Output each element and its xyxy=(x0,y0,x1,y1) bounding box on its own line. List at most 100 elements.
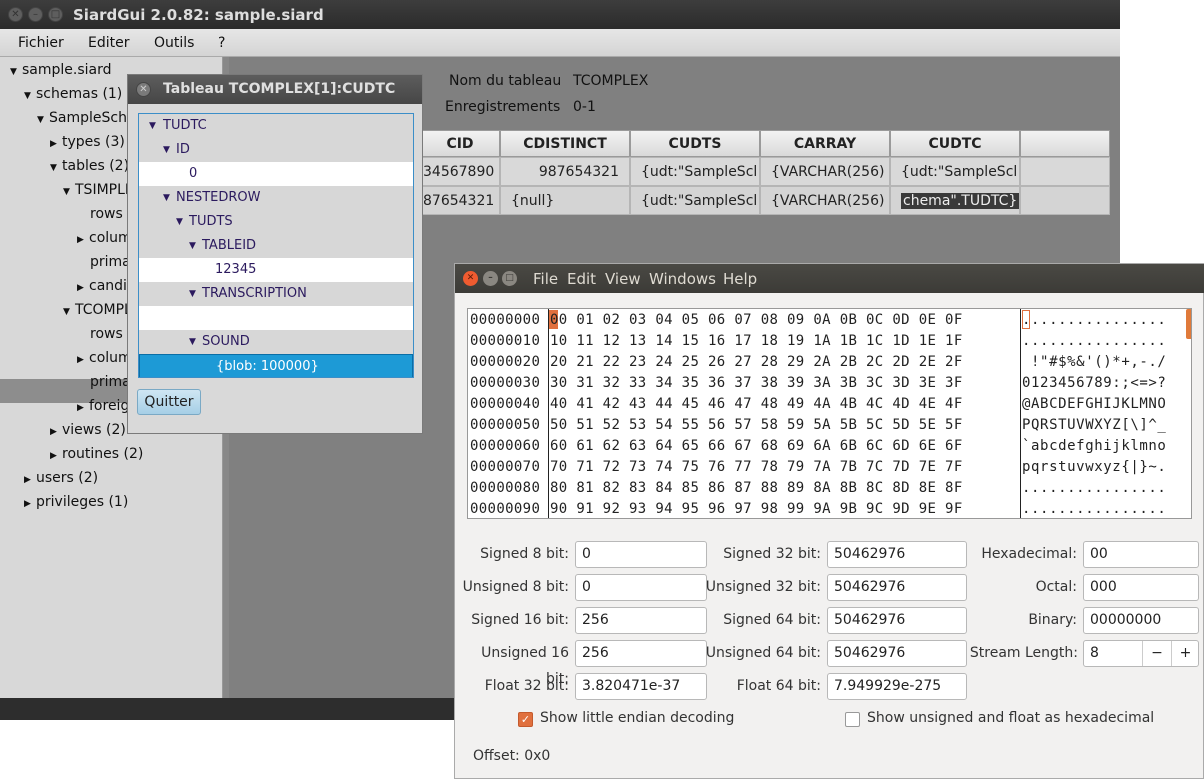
collapsed-icon[interactable]: ▶ xyxy=(50,139,62,149)
tree-node[interactable]: ▶ views (2) xyxy=(50,422,126,438)
table-cell-editing[interactable]: chema".TUDTC} xyxy=(890,186,1020,215)
table-cell[interactable]: 987654321 xyxy=(500,157,630,186)
column-header[interactable]: CID xyxy=(420,130,500,157)
binary-field[interactable]: 00000000 xyxy=(1083,607,1199,634)
tree-row[interactable]: ▼ TUDTS xyxy=(139,210,413,234)
collapsed-icon[interactable]: ▶ xyxy=(24,499,36,509)
minimize-icon[interactable]: – xyxy=(483,271,498,286)
table-cell[interactable]: 34567890 xyxy=(420,157,500,186)
hex-ascii[interactable]: !"#$%&'()*+,-./ xyxy=(1022,352,1166,373)
collapsed-icon[interactable]: ▶ xyxy=(77,403,89,413)
quit-button[interactable]: Quitter xyxy=(137,389,201,415)
menu-file[interactable]: File xyxy=(533,270,558,288)
menu-help[interactable]: Help xyxy=(723,270,757,288)
menu-fichier[interactable]: Fichier xyxy=(18,35,64,51)
stream-length-stepper[interactable]: 8 − + xyxy=(1083,640,1199,667)
tree-row-value[interactable] xyxy=(139,306,413,330)
tree-node[interactable]: ▼ tables (2) xyxy=(50,158,129,174)
signed16-field[interactable]: 256 xyxy=(575,607,707,634)
collapsed-icon[interactable]: ▶ xyxy=(24,475,36,485)
hex-bytes[interactable]: 70 71 72 73 74 75 76 77 78 79 7A 7B 7C 7… xyxy=(550,457,963,478)
table-cell[interactable]: {udt:"SampleScl xyxy=(890,157,1020,186)
expanded-icon[interactable]: ▼ xyxy=(163,138,170,162)
increment-button[interactable]: + xyxy=(1171,641,1199,666)
tree-row-value[interactable]: 12345 xyxy=(139,258,413,282)
menu-editer[interactable]: Editer xyxy=(88,35,129,51)
tree-node[interactable]: ▼ schemas (1) xyxy=(24,86,122,102)
menu-outils[interactable]: Outils xyxy=(154,35,194,51)
signed64-field[interactable]: 50462976 xyxy=(827,607,967,634)
close-icon[interactable]: ✕ xyxy=(8,7,23,22)
signed32-field[interactable]: 50462976 xyxy=(827,541,967,568)
hex-ascii[interactable]: 0123456789:;<=>? xyxy=(1022,373,1166,394)
scrollbar[interactable] xyxy=(1186,309,1191,339)
close-icon[interactable]: ✕ xyxy=(136,82,151,97)
tree-row[interactable]: ▼ TUDTC xyxy=(139,114,413,138)
table-cell[interactable]: {VARCHAR(256) xyxy=(760,157,890,186)
hex-ascii[interactable]: ................ xyxy=(1022,331,1166,352)
hex-bytes[interactable]: 90 91 92 93 94 95 96 97 98 99 9A 9B 9C 9… xyxy=(550,499,963,518)
maximize-icon[interactable]: □ xyxy=(48,7,63,22)
float64-field[interactable]: 7.949929e-275 xyxy=(827,673,967,700)
unsigned8-field[interactable]: 0 xyxy=(575,574,707,601)
tree-node[interactable]: ▶ users (2) xyxy=(24,470,98,486)
hex-bytes[interactable]: 50 51 52 53 54 55 56 57 58 59 5A 5B 5C 5… xyxy=(550,415,963,436)
collapsed-icon[interactable]: ▶ xyxy=(77,355,89,365)
unsigned32-field[interactable]: 50462976 xyxy=(827,574,967,601)
expanded-icon[interactable]: ▼ xyxy=(189,234,196,258)
collapsed-icon[interactable]: ▶ xyxy=(50,427,62,437)
close-icon[interactable]: ✕ xyxy=(463,271,478,286)
column-header[interactable]: CUDTC xyxy=(890,130,1020,157)
hex-bytes[interactable]: 00 01 02 03 04 05 06 07 08 09 0A 0B 0C 0… xyxy=(550,310,963,331)
tree-node[interactable]: ▶ candi xyxy=(77,278,127,294)
hex-bytes[interactable]: 80 81 82 83 84 85 86 87 88 89 8A 8B 8C 8… xyxy=(550,478,963,499)
little-endian-checkbox[interactable]: ✓ xyxy=(518,712,533,727)
hex-ascii[interactable]: `abcdefghijklmno xyxy=(1022,436,1166,457)
tree-node[interactable]: ▶ colum xyxy=(77,230,132,246)
little-endian-label[interactable]: Show little endian decoding xyxy=(540,710,734,726)
unsigned-hex-label[interactable]: Show unsigned and float as hexadecimal xyxy=(867,710,1154,726)
tree-row-value[interactable]: 0 xyxy=(139,162,413,186)
hex-ascii[interactable]: ................ xyxy=(1022,478,1166,499)
expanded-icon[interactable]: ▼ xyxy=(24,91,36,101)
hex-bytes[interactable]: 60 61 62 63 64 65 66 67 68 69 6A 6B 6C 6… xyxy=(550,436,963,457)
tree-row[interactable]: ▼ ID xyxy=(139,138,413,162)
maximize-icon[interactable]: □ xyxy=(502,271,517,286)
hex-bytes[interactable]: 30 31 32 33 34 35 36 37 38 39 3A 3B 3C 3… xyxy=(550,373,963,394)
hex-ascii[interactable]: ................ xyxy=(1022,310,1166,331)
expanded-icon[interactable]: ▼ xyxy=(189,330,196,354)
expanded-icon[interactable]: ▼ xyxy=(176,210,183,234)
collapsed-icon[interactable]: ▶ xyxy=(50,451,62,461)
expanded-icon[interactable]: ▼ xyxy=(50,163,62,173)
tree-node[interactable]: ▶ types (3) xyxy=(50,134,125,150)
tree-node[interactable]: ▶ privileges (1) xyxy=(24,494,128,510)
table-cell[interactable]: {udt:"SampleScl xyxy=(630,186,760,215)
tree-node[interactable]: ▶ foreig xyxy=(77,398,129,414)
tree-row[interactable]: ▼ TABLEID xyxy=(139,234,413,258)
tree-node[interactable]: ▶ colum xyxy=(77,350,132,366)
table-cell[interactable]: 87654321 xyxy=(420,186,500,215)
hex-ascii[interactable]: @ABCDEFGHIJKLMNO xyxy=(1022,394,1166,415)
tree-node[interactable]: prima xyxy=(90,254,131,270)
decrement-button[interactable]: − xyxy=(1142,641,1171,666)
table-cell[interactable]: {null} xyxy=(500,186,630,215)
hex-view[interactable]: 00000000 00 01 02 03 04 05 06 07 08 09 0A… xyxy=(467,308,1192,519)
hex-bytes[interactable]: 10 11 12 13 14 15 16 17 18 19 1A 1B 1C 1… xyxy=(550,331,963,352)
menu-help[interactable]: ? xyxy=(218,35,225,51)
table-cell[interactable]: {udt:"SampleScl xyxy=(630,157,760,186)
tree-node[interactable]: ▼ sample.siard xyxy=(10,62,112,78)
column-header[interactable]: CARRAY xyxy=(760,130,890,157)
menu-edit[interactable]: Edit xyxy=(567,270,596,288)
tree-row[interactable]: ▼ TRANSCRIPTION xyxy=(139,282,413,306)
hex-bytes[interactable]: 20 21 22 23 24 25 26 27 28 29 2A 2B 2C 2… xyxy=(550,352,963,373)
collapsed-icon[interactable]: ▶ xyxy=(77,283,89,293)
tree-node[interactable]: ▶ routines (2) xyxy=(50,446,143,462)
expanded-icon[interactable]: ▼ xyxy=(63,307,75,317)
hex-bytes[interactable]: 40 41 42 43 44 45 46 47 48 49 4A 4B 4C 4… xyxy=(550,394,963,415)
column-header[interactable]: CDISTINCT xyxy=(500,130,630,157)
tree-row[interactable]: ▼ SOUND xyxy=(139,330,413,354)
unsigned-hex-checkbox[interactable] xyxy=(845,712,860,727)
column-header[interactable]: CUDTS xyxy=(630,130,760,157)
tree-node[interactable]: prima xyxy=(90,374,131,390)
expanded-icon[interactable]: ▼ xyxy=(163,186,170,210)
